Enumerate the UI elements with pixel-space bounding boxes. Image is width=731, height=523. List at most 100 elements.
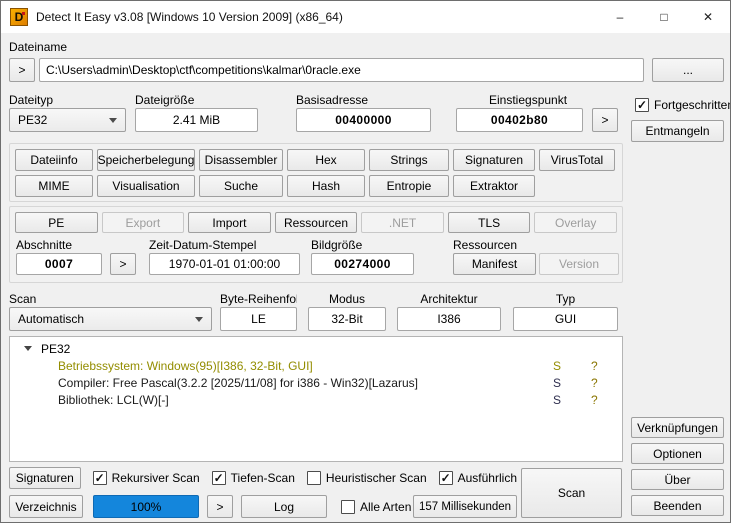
checkbox-label: Alle Arten — [360, 500, 411, 514]
entropy-button[interactable]: Entropie — [369, 175, 449, 197]
heuristic-scan-checkbox[interactable]: Heuristischer Scan — [307, 471, 427, 485]
dropdown-arrow-icon — [195, 317, 203, 322]
checkbox-icon: ✓ — [439, 471, 453, 485]
info-link[interactable]: ? — [591, 393, 598, 407]
tree-row[interactable]: Compiler: Free Pascal(3.2.2 [2025/11/08]… — [10, 374, 622, 391]
scan-progress-bar: 100% — [93, 495, 199, 518]
image-size-field[interactable]: 00274000 — [311, 253, 414, 275]
checkbox-icon — [307, 471, 321, 485]
signature-link[interactable]: S — [553, 393, 561, 407]
filetype-value: PE32 — [18, 113, 47, 127]
checkbox-label: Rekursiver Scan — [112, 471, 200, 485]
file-path-input[interactable] — [39, 58, 644, 82]
scan-results-tree: PE32 Betriebssystem: Windows(95)[I386, 3… — [9, 336, 623, 462]
exit-button[interactable]: Beenden — [631, 495, 724, 516]
maximize-button[interactable]: □ — [642, 1, 686, 33]
title-bar: D Detect It Easy v3.08 [Windows 10 Versi… — [1, 1, 730, 33]
checkbox-icon: ✓ — [635, 98, 649, 112]
shortcuts-button[interactable]: Verknüpfungen — [631, 417, 724, 438]
mode-label: Modus — [308, 292, 386, 306]
scan-button[interactable]: Scan — [521, 468, 622, 518]
sections-label: Abschnitte — [16, 238, 72, 252]
filetype-combobox[interactable]: PE32 — [9, 108, 126, 132]
type-field[interactable]: GUI — [513, 307, 618, 331]
checkbox-icon: ✓ — [212, 471, 226, 485]
scan-mode-combobox[interactable]: Automatisch — [9, 307, 212, 331]
about-button[interactable]: Über — [631, 469, 724, 490]
info-link[interactable]: ? — [591, 376, 598, 390]
endianness-field[interactable]: LE — [220, 307, 297, 331]
demangle-button[interactable]: Entmangeln — [631, 120, 724, 142]
sections-field[interactable]: 0007 — [16, 253, 102, 275]
overlay-button: Overlay — [534, 212, 617, 233]
mode-field[interactable]: 32-Bit — [308, 307, 386, 331]
bottom-options-row1: Signaturen ✓ Rekursiver Scan ✓ Tiefen-Sc… — [9, 467, 517, 489]
signature-link[interactable]: S — [553, 376, 561, 390]
browse-button[interactable]: ... — [652, 58, 724, 82]
filesize-field[interactable]: 2.41 MiB — [135, 108, 258, 132]
directory-button[interactable]: Verzeichnis — [9, 495, 83, 518]
tree-root-row[interactable]: PE32 — [10, 340, 622, 357]
recursive-scan-checkbox[interactable]: ✓ Rekursiver Scan — [93, 471, 200, 485]
log-button[interactable]: Log — [241, 495, 327, 518]
pe-button[interactable]: PE — [15, 212, 98, 233]
progress-goto-button[interactable]: > — [207, 495, 233, 518]
bottom-options-row2: Verzeichnis 100% > Log Alle Arten 157 Mi… — [9, 495, 517, 518]
entry-point-field[interactable]: 00402b80 — [456, 108, 583, 132]
visualisation-button[interactable]: Visualisation — [97, 175, 195, 197]
export-button: Export — [102, 212, 185, 233]
hex-button[interactable]: Hex — [287, 149, 365, 171]
resources-button[interactable]: Ressourcen — [275, 212, 358, 233]
extractor-button[interactable]: Extraktor — [453, 175, 535, 197]
minimize-button[interactable]: – — [598, 1, 642, 33]
file-open-button[interactable]: > — [9, 58, 35, 82]
fileinfo-button[interactable]: Dateiinfo — [15, 149, 93, 171]
manifest-button[interactable]: Manifest — [453, 253, 536, 275]
signature-link[interactable]: S — [553, 359, 561, 373]
checkbox-label: Fortgeschritten — [654, 98, 731, 112]
pe-panel: PE Export Import Ressourcen .NET TLS Ove… — [9, 206, 623, 283]
deep-scan-checkbox[interactable]: ✓ Tiefen-Scan — [212, 471, 295, 485]
strings-button[interactable]: Strings — [369, 149, 449, 171]
disassembler-button[interactable]: Disassembler — [199, 149, 283, 171]
checkbox-icon — [341, 500, 355, 514]
checkbox-label: Tiefen-Scan — [231, 471, 295, 485]
virustotal-button[interactable]: VirusTotal — [539, 149, 615, 171]
info-link[interactable]: ? — [591, 359, 598, 373]
search-button[interactable]: Suche — [199, 175, 283, 197]
arch-field[interactable]: I386 — [397, 307, 501, 331]
result-text: Compiler: Free Pascal(3.2.2 [2025/11/08]… — [58, 376, 418, 390]
hash-button[interactable]: Hash — [287, 175, 365, 197]
signatures-button[interactable]: Signaturen — [9, 467, 81, 489]
result-text: Betriebssystem: Windows(95)[I386, 32-Bit… — [58, 359, 313, 373]
result-text: Bibliothek: LCL(W)[-] — [58, 393, 169, 407]
app-icon-dot — [22, 12, 25, 15]
signatures-viewer-button[interactable]: Signaturen — [453, 149, 535, 171]
all-types-checkbox[interactable]: Alle Arten — [341, 500, 411, 514]
import-button[interactable]: Import — [188, 212, 271, 233]
timestamp-label: Zeit-Datum-Stempel — [149, 238, 256, 252]
tree-root-label: PE32 — [41, 342, 70, 356]
app-window: D Detect It Easy v3.08 [Windows 10 Versi… — [0, 0, 731, 523]
entry-point-label: Einstiegspunkt — [489, 93, 567, 107]
tree-row[interactable]: Bibliothek: LCL(W)[-] S ? — [10, 391, 622, 408]
entry-point-goto-button[interactable]: > — [592, 108, 618, 132]
verbose-checkbox[interactable]: ✓ Ausführlich — [439, 471, 517, 485]
advanced-checkbox[interactable]: ✓ Fortgeschritten — [635, 98, 731, 112]
checkbox-icon: ✓ — [93, 471, 107, 485]
tree-row[interactable]: Betriebssystem: Windows(95)[I386, 32-Bit… — [10, 357, 622, 374]
base-address-label: Basisadresse — [296, 93, 368, 107]
timestamp-field[interactable]: 1970-01-01 01:00:00 — [149, 253, 300, 275]
sections-goto-button[interactable]: > — [110, 253, 136, 275]
base-address-field[interactable]: 00400000 — [296, 108, 431, 132]
tls-button[interactable]: TLS — [448, 212, 531, 233]
options-button[interactable]: Optionen — [631, 443, 724, 464]
endianness-label: Byte-Reihenfolge — [220, 292, 297, 306]
mime-button[interactable]: MIME — [15, 175, 93, 197]
close-button[interactable]: ✕ — [686, 1, 730, 33]
memory-map-button[interactable]: Speicherbelegung — [97, 149, 195, 171]
arch-label: Architektur — [397, 292, 501, 306]
window-controls: – □ ✕ — [598, 1, 730, 33]
pe-resources-label: Ressourcen — [453, 238, 517, 252]
expand-arrow-icon[interactable] — [24, 346, 32, 351]
